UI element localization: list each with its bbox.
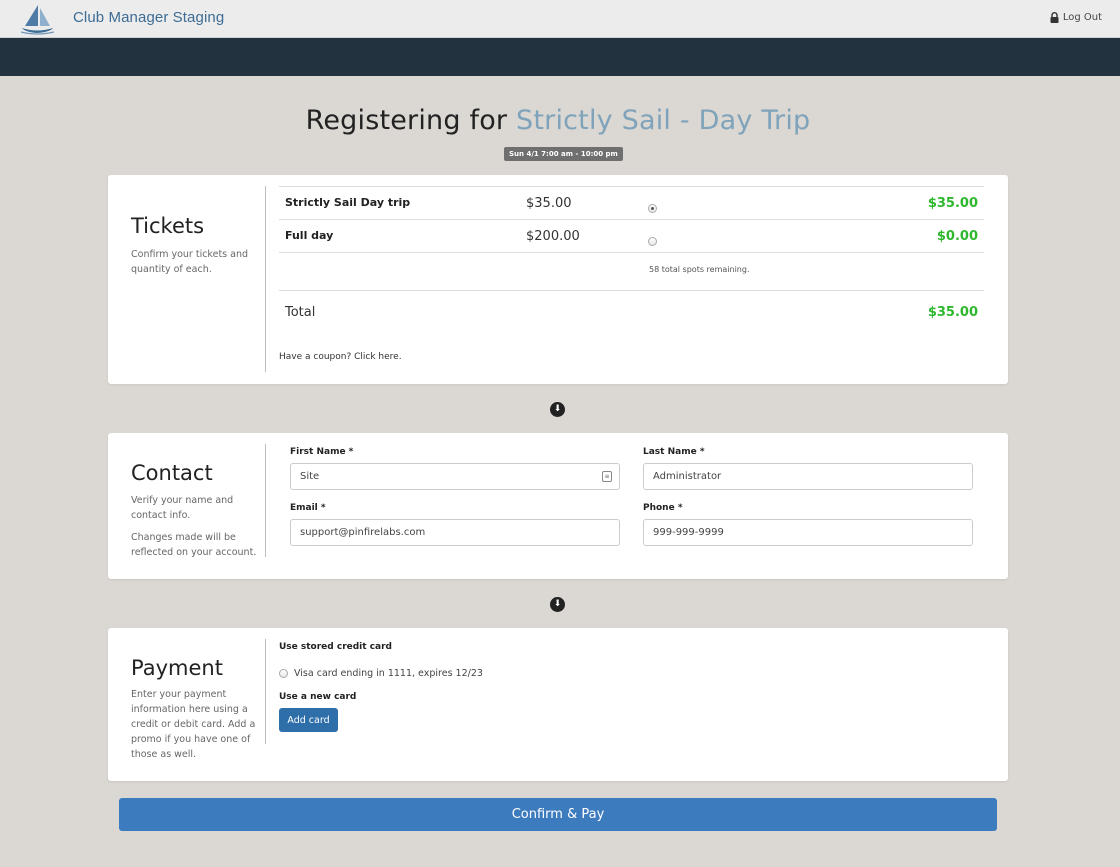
- email-field[interactable]: [290, 519, 620, 546]
- new-card-heading: Use a new card: [279, 692, 357, 702]
- ticket-price: $200.00: [526, 229, 580, 244]
- tickets-card: Tickets Confirm your tickets and quantit…: [108, 175, 1008, 384]
- ticket-price: $35.00: [526, 196, 572, 211]
- stored-card-radio[interactable]: [279, 669, 288, 678]
- contact-card-icon[interactable]: ≡: [602, 471, 612, 482]
- total-value: $35.00: [927, 305, 978, 320]
- spots-row: 58 total spots remaining.: [279, 252, 984, 290]
- last-name-field[interactable]: [643, 463, 973, 490]
- arrow-down-icon: ⬇: [550, 597, 565, 612]
- phone-field[interactable]: [643, 519, 973, 546]
- total-row: Total $35.00: [279, 290, 984, 334]
- coupon-link[interactable]: Have a coupon? Click here.: [279, 352, 402, 362]
- ticket-radio[interactable]: [648, 231, 657, 250]
- ticket-name: Full day: [285, 229, 334, 242]
- ticket-subtotal: $35.00: [927, 196, 978, 211]
- spots-remaining: 58 total spots remaining.: [649, 265, 750, 274]
- sailboat-logo-icon[interactable]: [17, 2, 57, 36]
- contact-description: Verify your name and contact info.: [131, 495, 234, 521]
- contact-description-note: Changes made will be reflected on your a…: [131, 532, 257, 558]
- arrow-down-icon: ⬇: [550, 402, 565, 417]
- stored-card-heading: Use stored credit card: [279, 642, 392, 652]
- tickets-table: Strictly Sail Day trip $35.00 $35.00 Ful…: [279, 186, 984, 334]
- logout-link[interactable]: Log Out: [1050, 12, 1102, 23]
- last-name-label: Last Name *: [643, 447, 705, 457]
- ticket-subtotal: $0.00: [936, 229, 978, 244]
- lock-icon: [1050, 12, 1059, 23]
- ticket-name: Strictly Sail Day trip: [285, 196, 411, 209]
- phone-label: Phone *: [643, 503, 683, 513]
- tickets-description: Confirm your tickets and quantity of eac…: [131, 249, 249, 275]
- app-title[interactable]: Club Manager Staging: [73, 9, 224, 26]
- total-label: Total: [285, 305, 316, 320]
- payment-description: Enter your payment information here usin…: [131, 689, 256, 760]
- tickets-title: Tickets: [131, 214, 205, 238]
- top-bar: Club Manager Staging Log Out: [0, 0, 1120, 38]
- confirm-pay-button[interactable]: Confirm & Pay: [119, 798, 997, 831]
- contact-title: Contact: [131, 461, 213, 485]
- contact-card: Contact Verify your name and contact inf…: [108, 433, 1008, 579]
- ticket-row: Full day $200.00 $0.00: [279, 219, 984, 252]
- email-label: Email *: [290, 503, 326, 513]
- tickets-sidebar: Tickets Confirm your tickets and quantit…: [108, 186, 266, 372]
- nav-bar: [0, 38, 1120, 76]
- contact-sidebar: Contact Verify your name and contact inf…: [108, 444, 266, 558]
- first-name-label: First Name *: [290, 447, 354, 457]
- ticket-radio[interactable]: [648, 198, 657, 217]
- event-name: Strictly Sail - Day Trip: [516, 105, 811, 136]
- logout-label: Log Out: [1062, 12, 1102, 23]
- payment-title: Payment: [131, 656, 223, 680]
- payment-card: Payment Enter your payment information h…: [108, 628, 1008, 781]
- payment-sidebar: Payment Enter your payment information h…: [108, 639, 266, 760]
- add-card-button[interactable]: Add card: [279, 708, 338, 732]
- stored-card-option[interactable]: Visa card ending in 1111, expires 12/23: [279, 668, 483, 679]
- page-title: Registering for Strictly Sail - Day Trip: [0, 105, 1116, 136]
- first-name-wrap: ≡: [290, 463, 620, 490]
- heading-prefix: Registering for: [305, 105, 517, 136]
- date-badge: Sun 4/1 7:00 am - 10:00 pm: [504, 147, 623, 161]
- stored-card-label: Visa card ending in 1111, expires 12/23: [294, 668, 483, 679]
- ticket-row: Strictly Sail Day trip $35.00 $35.00: [279, 186, 984, 219]
- first-name-field[interactable]: [290, 463, 620, 490]
